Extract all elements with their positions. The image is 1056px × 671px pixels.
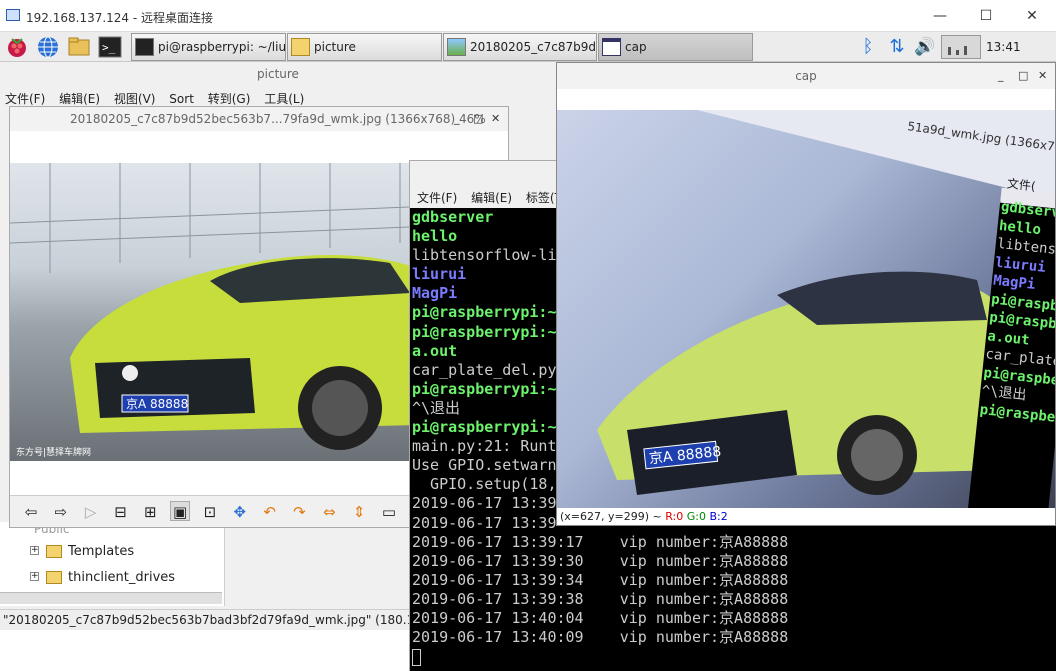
menu-edit[interactable]: 编辑(E) bbox=[59, 92, 100, 106]
svg-text:>_: >_ bbox=[102, 41, 116, 54]
cpu-monitor bbox=[941, 35, 981, 59]
folder-tree: Public + Templates + thinclient_drives bbox=[0, 522, 225, 606]
cap-title-bar: cap _ □ ✕ bbox=[557, 63, 1055, 89]
watermark-text: 东方号|慧择车牌网 bbox=[16, 446, 91, 458]
close-button[interactable]: ✕ bbox=[491, 107, 500, 131]
expand-icon[interactable]: + bbox=[30, 572, 39, 581]
horizontal-scrollbar[interactable] bbox=[0, 592, 222, 604]
terminal-cursor bbox=[412, 649, 421, 667]
tree-label: Templates bbox=[68, 544, 135, 559]
captured-menu: 文件( bbox=[1006, 176, 1037, 194]
expand-icon[interactable]: + bbox=[30, 546, 39, 555]
network-icon[interactable]: ⇅ bbox=[884, 35, 910, 59]
rdp-title-bar: 192.168.137.124 - 远程桌面连接 — ☐ ✕ bbox=[0, 0, 1056, 32]
maximize-button[interactable]: □ bbox=[473, 107, 483, 131]
close-button[interactable]: ✕ bbox=[1038, 63, 1047, 89]
original-size-icon[interactable]: ⊡ bbox=[200, 502, 220, 522]
folder-icon bbox=[46, 571, 62, 584]
taskbar: >_ pi@raspberrypi: ~/liur... picture 201… bbox=[0, 32, 1056, 62]
terminal-launcher-icon[interactable]: >_ bbox=[97, 35, 123, 59]
rotate-right-icon[interactable]: ↷ bbox=[289, 502, 309, 522]
raspberry-menu-icon[interactable] bbox=[4, 35, 30, 59]
task-label: cap bbox=[625, 40, 647, 54]
terminal-line: 2019-06-17 13:40:04 vip number:京A88888 bbox=[412, 608, 789, 627]
task-label: picture bbox=[314, 40, 356, 54]
menu-go[interactable]: 转到(G) bbox=[208, 92, 251, 106]
terminal-line: 2019-06-17 13:39:17 vip number:京A88888 bbox=[412, 532, 789, 551]
task-image-viewer[interactable]: 20180205_c7c87b9d... bbox=[443, 33, 597, 61]
menu-file[interactable]: 文件(F) bbox=[417, 191, 457, 205]
file-manager-icon[interactable] bbox=[66, 35, 92, 59]
fullscreen-icon[interactable]: ✥ bbox=[230, 502, 250, 522]
minimize-button[interactable]: _ bbox=[998, 63, 1004, 89]
pixel-coords: (x=627, y=299) ~ bbox=[560, 510, 666, 523]
back-icon[interactable]: ⇦ bbox=[21, 502, 41, 522]
minimize-button[interactable]: — bbox=[926, 6, 954, 26]
terminal-icon bbox=[135, 38, 154, 56]
remote-desktop-icon bbox=[6, 9, 20, 21]
folder-icon bbox=[291, 38, 310, 56]
forward-icon[interactable]: ⇨ bbox=[51, 502, 71, 522]
folder-icon bbox=[46, 545, 62, 558]
viewer-title: 20180205_c7c87b9d52bec563b7...79fa9d_wmk… bbox=[10, 107, 508, 131]
picture-menubar: 文件(F) 编辑(E) 视图(V) Sort 转到(G) 工具(L) bbox=[5, 90, 314, 107]
task-picture[interactable]: picture bbox=[287, 33, 442, 61]
flip-horizontal-icon[interactable]: ⇔ bbox=[319, 502, 339, 522]
pixel-info-bar: (x=627, y=299) ~ R:0 G:0 B:2 bbox=[557, 508, 1055, 526]
terminal-line: 2019-06-17 13:40:09 vip number:京A88888 bbox=[412, 628, 789, 647]
rotate-left-icon[interactable]: ↶ bbox=[260, 502, 280, 522]
task-terminal[interactable]: pi@raspberrypi: ~/liur... bbox=[131, 33, 286, 61]
maximize-button[interactable]: ☐ bbox=[972, 6, 1000, 26]
cap-window: cap _ □ ✕ 51a9d_wmk.jpg (1366x768) 46% 京… bbox=[556, 62, 1056, 526]
menu-sort[interactable]: Sort bbox=[169, 92, 194, 106]
terminal-line: 2019-06-17 13:39:30 vip number:京A88888 bbox=[412, 551, 789, 570]
menu-edit[interactable]: 编辑(E) bbox=[471, 191, 512, 205]
maximize-button[interactable]: □ bbox=[1018, 63, 1028, 89]
fit-icon[interactable]: ▣ bbox=[170, 501, 191, 521]
terminal-menubar: 文件(F) 编辑(E) 标签(T) bbox=[417, 189, 577, 206]
terminal-line: 2019-06-17 13:39:34 vip number:京A88888 bbox=[412, 570, 789, 589]
pixel-blue: B:2 bbox=[709, 510, 728, 523]
pixel-green: G:0 bbox=[686, 510, 710, 523]
open-icon[interactable]: ▭ bbox=[379, 502, 399, 522]
clock: 13:41 bbox=[986, 40, 1021, 54]
camera-frame: 51a9d_wmk.jpg (1366x768) 46% 京A 88888 gd… bbox=[557, 110, 1055, 508]
flip-vertical-icon[interactable]: ⇕ bbox=[349, 502, 369, 522]
zoom-in-icon[interactable]: ⊞ bbox=[140, 502, 160, 522]
tree-label: thinclient_drives bbox=[68, 570, 176, 585]
task-label: pi@raspberrypi: ~/liur... bbox=[158, 40, 286, 54]
window-icon bbox=[602, 38, 621, 56]
image-icon bbox=[447, 38, 466, 56]
viewer-title-text: 20180205_c7c87b9d52bec563b7...79fa9d_wmk… bbox=[70, 112, 486, 126]
minimize-button[interactable]: _ bbox=[454, 107, 460, 131]
pixel-red: R:0 bbox=[665, 510, 687, 523]
terminal-line: 2019-06-17 13:39:38 vip number:京A88888 bbox=[412, 589, 789, 608]
rdp-window-title: 192.168.137.124 - 远程桌面连接 bbox=[26, 11, 214, 25]
menu-tools[interactable]: 工具(L) bbox=[264, 92, 304, 106]
play-icon[interactable]: ▷ bbox=[81, 502, 101, 522]
zoom-out-icon[interactable]: ⊟ bbox=[110, 502, 130, 522]
bluetooth-icon[interactable]: ᛒ bbox=[855, 35, 881, 59]
task-label: 20180205_c7c87b9d... bbox=[470, 40, 597, 54]
close-button[interactable]: ✕ bbox=[1018, 6, 1046, 26]
menu-view[interactable]: 视图(V) bbox=[114, 92, 156, 106]
cap-title: cap bbox=[795, 69, 817, 83]
task-cap[interactable]: cap bbox=[598, 33, 753, 61]
license-plate: 京A 88888 bbox=[126, 397, 188, 411]
menu-file[interactable]: 文件(F) bbox=[5, 92, 45, 106]
web-browser-icon[interactable] bbox=[35, 35, 61, 59]
volume-icon[interactable]: 🔊 bbox=[912, 35, 938, 59]
picture-title: picture bbox=[257, 67, 299, 81]
